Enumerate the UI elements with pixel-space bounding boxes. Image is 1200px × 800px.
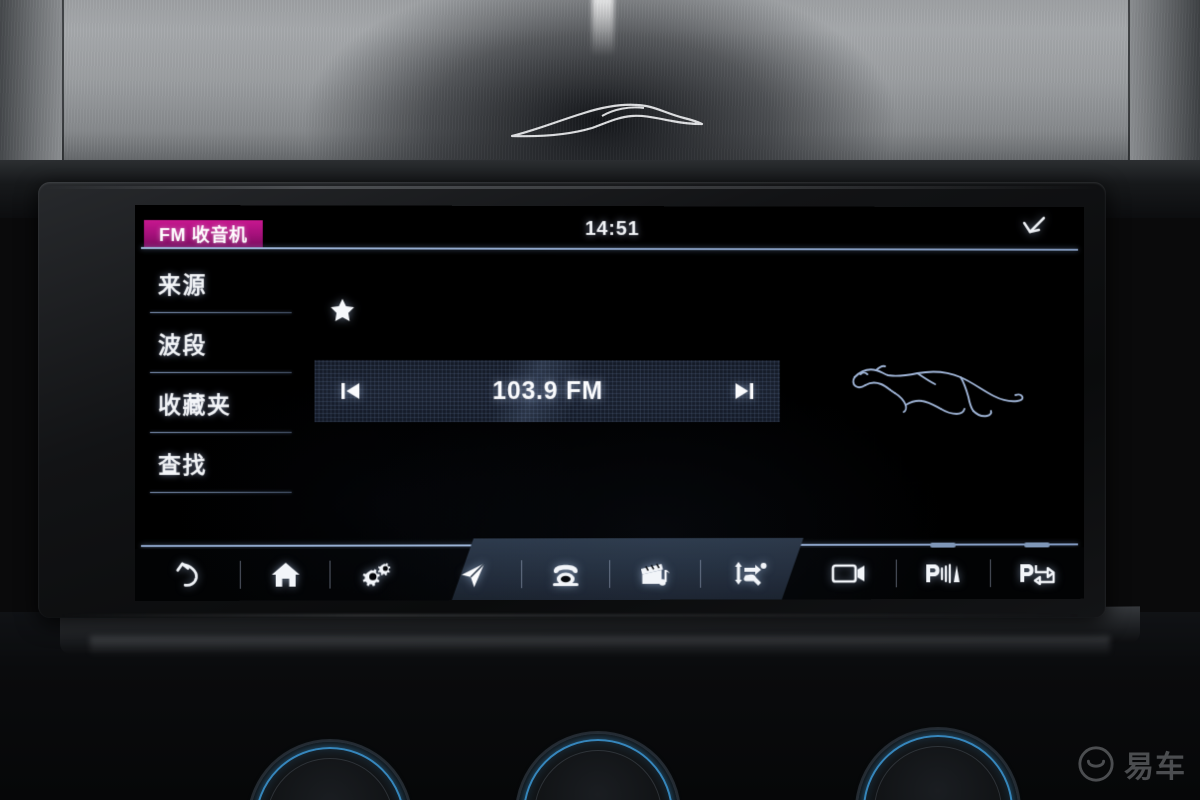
- nav-button-home[interactable]: [241, 549, 330, 601]
- sidebar-item-favorites[interactable]: 收藏夹: [145, 373, 295, 433]
- sidebar-item-find[interactable]: 查找: [145, 433, 295, 493]
- watermark-text: 易车: [1124, 751, 1186, 784]
- console-shelf-highlight: [90, 636, 1110, 656]
- nav-button-seat-comfort[interactable]: [701, 548, 802, 600]
- sidebar-item-band[interactable]: 波段: [145, 313, 295, 373]
- skip-next-icon[interactable]: [733, 379, 757, 403]
- nav-button-navigation[interactable]: [423, 548, 521, 600]
- car-silhouette-emblem: [506, 96, 706, 144]
- nav-button-back[interactable]: [135, 549, 240, 601]
- tab-indicator: [930, 542, 956, 548]
- dashboard-left-section: [0, 0, 62, 168]
- dashboard-upper-panel: [0, 0, 1200, 168]
- dashboard-seam-left: [62, 0, 64, 168]
- gears-icon: [362, 562, 391, 587]
- seat-adjust-icon: [735, 561, 767, 586]
- park-exit-icon: [1020, 561, 1056, 585]
- nav-button-park-assist[interactable]: [897, 542, 990, 600]
- dashboard-right-section: [1130, 0, 1200, 168]
- media-clapper-icon: [640, 560, 670, 586]
- tab-indicator: [1024, 542, 1051, 548]
- frequency-value: 103.9 FM: [492, 376, 604, 405]
- star-filled-icon[interactable]: [330, 297, 356, 323]
- sidebar-item-label: 查找: [157, 451, 207, 478]
- sidebar-item-label: 来源: [157, 272, 207, 299]
- light-reflection: [592, 0, 614, 56]
- navigation-bar: [135, 542, 1084, 601]
- telephone-icon: [552, 564, 579, 587]
- screen-top-bar: FM 收音机 14:51: [135, 205, 1084, 248]
- dashboard-seam-right: [1128, 0, 1130, 168]
- watermark: 易车: [1077, 742, 1186, 786]
- nav-button-park-exit[interactable]: [991, 542, 1084, 599]
- home-icon: [271, 562, 300, 587]
- sidebar-item-label: 收藏夹: [157, 392, 232, 418]
- navigation-arrow-icon: [461, 559, 487, 588]
- frequency-panel: 103.9 FM: [314, 360, 780, 422]
- clock-display: 14:51: [584, 218, 640, 240]
- nav-button-settings[interactable]: [331, 548, 424, 600]
- nav-button-camera[interactable]: [802, 548, 895, 600]
- car-interior-scene: FM 收音机 14:51 来源 波段 收藏夹 查找 103.9 FM 易车: [0, 0, 1200, 800]
- nav-button-phone[interactable]: [522, 548, 608, 600]
- collapse-diagonal-arrow-icon[interactable]: [1019, 215, 1048, 241]
- jaguar-leaper-logo: [849, 351, 1026, 422]
- bezel-top-highlight: [44, 186, 1100, 189]
- camera-icon: [831, 563, 865, 585]
- park-sensor-icon: [926, 561, 960, 585]
- yiche-circle-logo: [1078, 746, 1114, 782]
- sidebar-item-label: 波段: [157, 332, 207, 359]
- skip-previous-icon[interactable]: [338, 379, 362, 403]
- back-arrow-icon: [175, 562, 198, 588]
- nav-button-media[interactable]: [610, 548, 700, 600]
- sidebar-item-source[interactable]: 来源: [145, 253, 295, 313]
- infotainment-screen[interactable]: FM 收音机 14:51 来源 波段 收藏夹 查找 103.9 FM: [135, 205, 1084, 601]
- bezel-bottom-highlight: [60, 614, 1084, 617]
- top-divider-line: [140, 247, 1079, 251]
- sidebar-menu: 来源 波段 收藏夹 查找: [145, 253, 295, 493]
